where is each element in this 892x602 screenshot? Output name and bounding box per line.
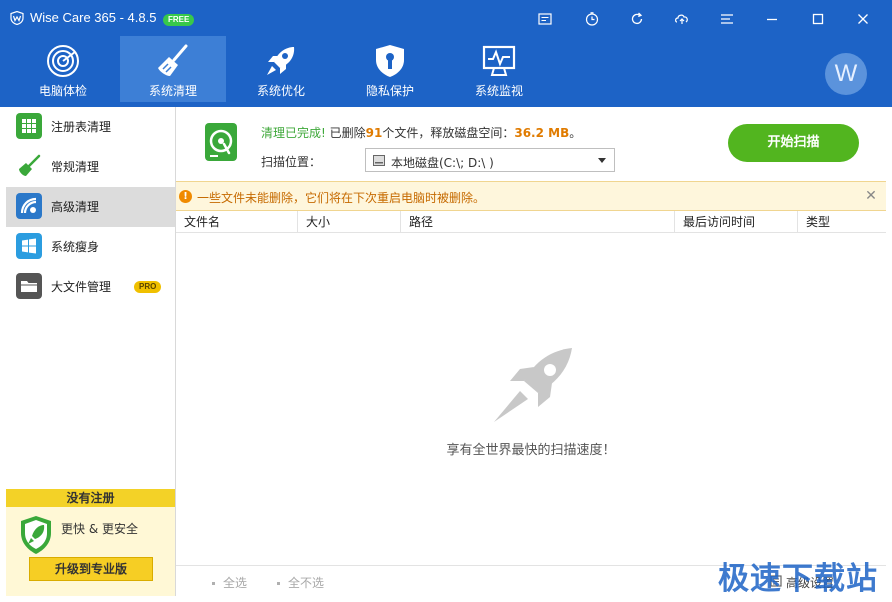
select-all-link[interactable]: 全选 — [212, 574, 247, 591]
nav-tab-label: 系统清理 — [148, 84, 197, 98]
warning-text: 一些文件未能删除，它们将在下次重启电脑时被删除。 — [197, 191, 486, 205]
chevron-down-icon — [598, 158, 606, 163]
deleted-suffix: 个文件，释放磁盘空间： — [382, 126, 515, 140]
nav-tab-checkup[interactable]: 电脑体检 — [10, 36, 116, 102]
nav-tab-monitor[interactable]: 系统监视 — [446, 36, 552, 102]
bullet-icon — [277, 582, 280, 585]
nav-tab-optimize[interactable]: 系统优化 — [228, 36, 334, 102]
scan-location-value: 本地磁盘(C:\; D:\ ) — [391, 156, 494, 170]
upgrade-button[interactable]: 升级到专业版 — [29, 557, 153, 581]
nav-tab-label: 隐私保护 — [365, 84, 414, 98]
column-header-filename[interactable]: 文件名 — [176, 211, 298, 233]
nav-tab-label: 系统优化 — [256, 84, 305, 98]
app-logo-icon — [10, 11, 24, 25]
advanced-clean-icon — [16, 193, 42, 219]
sidebar-item-label: 系统瘦身 — [51, 240, 100, 254]
menu-icon[interactable] — [714, 8, 740, 30]
close-icon[interactable] — [850, 8, 876, 30]
select-none-label: 全不选 — [288, 576, 325, 590]
sidebar: 注册表清理 常规清理 高级清理 系统瘦身 大文件管理 PRO 没有注册 更快 &… — [6, 107, 176, 596]
sidebar-item-advanced-clean[interactable]: 高级清理 — [6, 187, 175, 227]
sidebar-item-large-files[interactable]: 大文件管理 PRO — [6, 267, 175, 307]
sidebar-item-label: 常规清理 — [51, 160, 100, 174]
register-header: 没有注册 — [6, 489, 175, 507]
radar-icon — [47, 45, 79, 77]
refresh-icon[interactable] — [624, 8, 650, 30]
monitor-icon — [482, 45, 516, 76]
main-panel: 清理已完成! 已删除91个文件，释放磁盘空间：36.2 MB。 扫描位置： 本地… — [176, 107, 886, 596]
watermark-text: 极速下载站 — [718, 561, 878, 597]
register-panel: 没有注册 更快 & 更安全 升级到专业版 — [6, 489, 175, 596]
clean-done-label: 清理已完成! — [261, 126, 326, 140]
deleted-prefix: 已删除 — [325, 126, 366, 140]
sidebar-item-system-slim[interactable]: 系统瘦身 — [6, 227, 175, 267]
disk-clean-icon — [205, 123, 237, 161]
avatar[interactable]: W — [825, 53, 867, 95]
timer-icon[interactable] — [579, 8, 605, 30]
bullet-icon — [212, 582, 215, 585]
sidebar-item-label: 大文件管理 — [51, 280, 112, 294]
warning-close-icon[interactable]: ✕ — [864, 188, 878, 204]
column-header-path[interactable]: 路径 — [401, 211, 675, 233]
share-icon[interactable] — [669, 8, 695, 30]
nav-tab-privacy[interactable]: 隐私保护 — [337, 36, 443, 102]
nav-tab-system-clean[interactable]: 系统清理 — [120, 36, 226, 102]
nav-tab-label: 系统监视 — [474, 84, 523, 98]
empty-state-message: 享有全世界最快的扫描速度！ — [446, 443, 616, 458]
register-tagline: 更快 & 更安全 — [61, 522, 138, 536]
deleted-count: 91 — [365, 126, 383, 140]
drive-icon — [373, 155, 385, 166]
rocket-icon — [494, 348, 572, 422]
header-bar: Wise Care 365 - 4.8.5 FREE 电脑体检 系统清理 系统优… — [0, 0, 892, 107]
broom-icon — [158, 44, 188, 76]
select-all-label: 全选 — [223, 576, 248, 590]
clean-result-text: 清理已完成! 已删除91个文件，释放磁盘空间：36.2 MB。 — [261, 124, 581, 141]
column-header-size[interactable]: 大小 — [298, 211, 401, 233]
scan-location-dropdown[interactable]: 本地磁盘(C:\; D:\ ) — [365, 148, 615, 172]
privacy-shield-icon — [376, 45, 404, 77]
column-header-type[interactable]: 类型 — [798, 211, 886, 233]
minimize-icon[interactable] — [759, 8, 785, 30]
brush-icon — [16, 153, 42, 179]
column-header-last-access[interactable]: 最后访问时间 — [675, 211, 798, 233]
rocket-icon — [267, 47, 295, 75]
sidebar-item-common-clean[interactable]: 常规清理 — [6, 147, 175, 187]
warning-icon: ! — [179, 190, 192, 203]
security-shield-icon — [21, 516, 51, 554]
windows-icon — [16, 233, 42, 259]
start-scan-button[interactable]: 开始扫描 — [728, 124, 859, 162]
registry-icon — [16, 113, 42, 139]
feedback-icon[interactable] — [532, 8, 558, 30]
nav-tab-label: 电脑体检 — [38, 84, 87, 98]
scan-location-label: 扫描位置： — [261, 155, 322, 169]
app-title: Wise Care 365 - 4.8.5 — [30, 10, 157, 25]
folder-icon — [16, 273, 42, 299]
sidebar-item-label: 注册表清理 — [51, 120, 112, 134]
pro-badge: PRO — [134, 281, 162, 293]
maximize-icon[interactable] — [805, 8, 831, 30]
select-none-link[interactable]: 全不选 — [277, 574, 324, 591]
sidebar-item-label: 高级清理 — [51, 200, 100, 214]
freed-space: 36.2 MB — [514, 126, 570, 140]
freed-suffix: 。 — [569, 126, 582, 140]
free-badge: FREE — [163, 14, 195, 26]
warning-bar: ! 一些文件未能删除，它们将在下次重启电脑时被删除。 ✕ — [176, 181, 886, 211]
title-bar: Wise Care 365 - 4.8.5 FREE — [0, 0, 892, 36]
sidebar-item-registry-clean[interactable]: 注册表清理 — [6, 107, 175, 147]
